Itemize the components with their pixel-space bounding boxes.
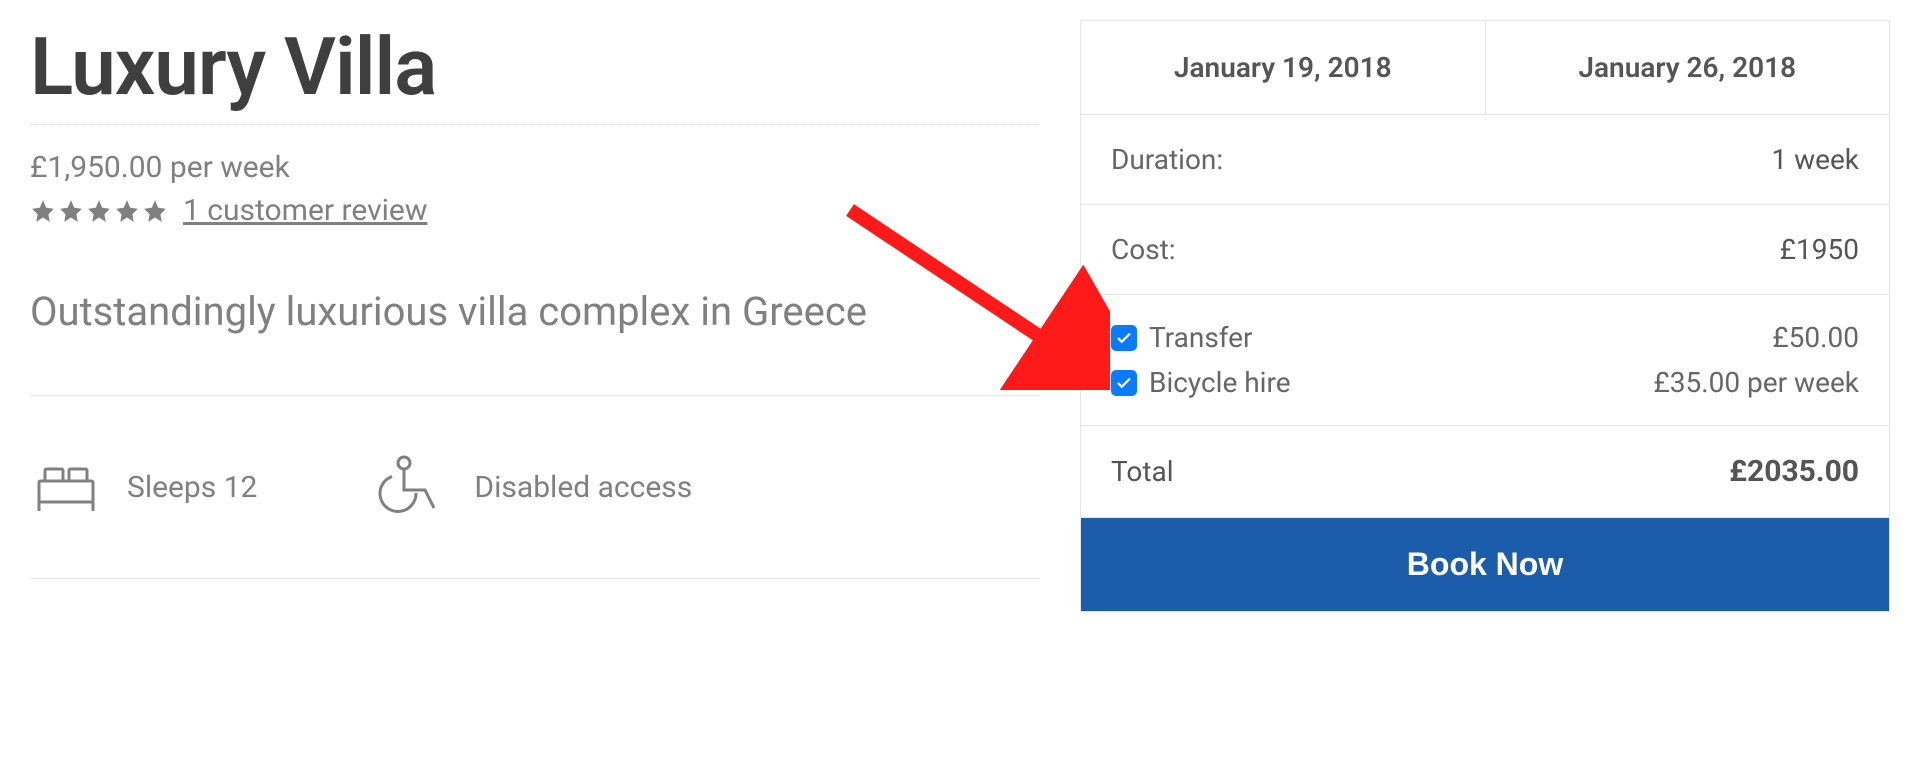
book-now-button[interactable]: Book Now <box>1081 518 1889 611</box>
rating-line: 1 customer review <box>30 193 1040 228</box>
star-icon <box>30 198 56 224</box>
date-to[interactable]: January 26, 2018 <box>1486 21 1890 114</box>
transfer-checkbox[interactable] <box>1111 325 1137 351</box>
duration-label: Duration: <box>1111 143 1223 176</box>
cost-row: Cost: £1950 <box>1081 205 1889 295</box>
feature-sleeps: Sleeps 12 <box>30 451 257 523</box>
rating-stars <box>30 198 168 224</box>
duration-row: Duration: 1 week <box>1081 115 1889 205</box>
price-line: £1,950.00 per week <box>30 150 1040 185</box>
option-transfer-price: £50.00 <box>1772 321 1859 354</box>
check-icon <box>1115 329 1133 347</box>
feature-sleeps-label: Sleeps 12 <box>127 470 257 505</box>
option-bicycle-label: Bicycle hire <box>1149 366 1291 399</box>
booking-sidebar: January 19, 2018 January 26, 2018 Durati… <box>1080 20 1890 612</box>
option-bicycle-price: £35.00 per week <box>1654 366 1860 399</box>
date-from[interactable]: January 19, 2018 <box>1081 21 1486 114</box>
wheelchair-icon <box>377 451 449 523</box>
option-bicycle: Bicycle hire £35.00 per week <box>1111 360 1859 405</box>
star-icon <box>58 198 84 224</box>
option-transfer-label: Transfer <box>1149 321 1253 354</box>
booking-dates: January 19, 2018 January 26, 2018 <box>1081 21 1889 115</box>
tagline: Outstandingly luxurious villa complex in… <box>30 288 1040 396</box>
cost-label: Cost: <box>1111 233 1176 266</box>
bed-icon <box>30 451 102 523</box>
option-transfer: Transfer £50.00 <box>1111 315 1859 360</box>
check-icon <box>1115 374 1133 392</box>
duration-value: 1 week <box>1771 143 1859 176</box>
star-icon <box>114 198 140 224</box>
product-main: Luxury Villa £1,950.00 per week 1 custom… <box>30 20 1040 579</box>
star-icon <box>86 198 112 224</box>
features-row: Sleeps 12 Disabled access <box>30 451 1040 579</box>
review-count-link[interactable]: 1 customer review <box>183 193 427 228</box>
bicycle-checkbox[interactable] <box>1111 370 1137 396</box>
total-row: Total £2035.00 <box>1081 426 1889 518</box>
star-icon <box>142 198 168 224</box>
cost-value: £1950 <box>1780 233 1859 266</box>
booking-options: Transfer £50.00 Bicycle hire £35.00 per … <box>1081 295 1889 426</box>
feature-accessible-label: Disabled access <box>474 470 692 505</box>
product-title: Luxury Villa <box>30 20 1040 125</box>
total-label: Total <box>1111 455 1174 488</box>
feature-accessible: Disabled access <box>377 451 692 523</box>
total-value: £2035.00 <box>1729 454 1859 489</box>
